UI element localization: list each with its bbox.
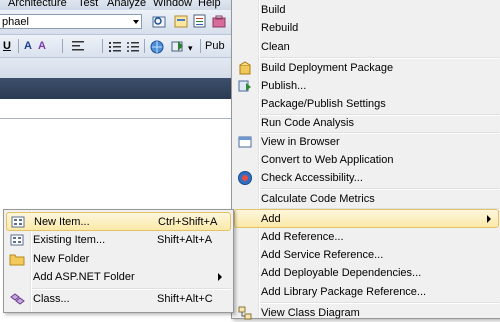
menu-item-label: Convert to Web Application [261,154,394,166]
menu-item-label: Add Service Reference... [261,249,384,261]
submenu-item-new-item[interactable]: New Item... Ctrl+Shift+A [6,212,231,231]
chevron-down-icon[interactable]: ▾ [188,40,193,56]
solution-config-combo[interactable]: phael [0,14,142,29]
class-icon [10,293,25,305]
standard-toolbar: phael [0,10,232,35]
menu-item-label: Existing Item... [33,234,106,246]
menu-item-label: Check Accessibility... [261,172,363,184]
ide-menubar: Architecture Test Analyze Window Help [0,0,232,10]
folder-icon [9,254,25,266]
menu-item-label: Build [261,4,286,16]
existing-item-icon [10,234,24,246]
solution-explorer-icon[interactable] [173,14,189,29]
underline-button[interactable]: U [3,38,11,54]
menu-item-add-deployable-dependencies[interactable]: Add Deployable Dependencies... [234,264,499,282]
menu-test[interactable]: Test [78,0,98,9]
bullet-list-icon[interactable] [125,39,141,54]
menu-item-add-service-reference[interactable]: Add Service Reference... [234,246,499,264]
menu-item-label: Calculate Code Metrics [261,193,375,205]
menu-item-label: Add Library Package Reference... [261,286,427,298]
toolbar-separator [144,39,145,53]
menu-item-shortcut: Ctrl+Shift+A [158,216,218,228]
font-color-icon[interactable]: A [24,38,32,54]
submenu-arrow-icon [487,215,491,223]
menu-help[interactable]: Help [198,0,221,9]
toolbar-separator [200,39,201,53]
hyperlink-icon[interactable] [149,39,165,54]
highlight-color-icon[interactable]: A [38,38,46,54]
menu-item-label: New Folder [33,253,90,265]
toolbar-separator [102,39,103,53]
menu-analyze[interactable]: Analyze [107,0,146,9]
menu-item-rebuild[interactable]: Rebuild [234,19,499,37]
menu-item-package-publish-settings[interactable]: Package/Publish Settings [234,95,499,113]
menu-item-view-class-diagram[interactable]: View Class Diagram [234,304,499,322]
menu-item-label: Run Code Analysis [261,117,354,129]
toolbar-separator [62,39,63,53]
align-icon[interactable] [70,39,86,54]
submenu-item-add-aspnet-folder[interactable]: Add ASP.NET Folder [6,268,231,286]
menu-item-add[interactable]: Add [234,209,499,228]
menu-item-label: Add Reference... [261,231,344,243]
chevron-down-icon[interactable] [133,20,139,24]
menu-item-shortcut: Shift+Alt+C [157,293,213,305]
menu-item-calculate-code-metrics[interactable]: Calculate Code Metrics [234,190,499,208]
toolbar-separator [18,39,19,53]
toolbox-icon[interactable] [211,14,227,29]
submenu-item-new-folder[interactable]: New Folder [6,250,231,268]
accessibility-icon [238,171,252,185]
menu-item-label: Publish... [261,80,307,92]
menu-item-label: New Item... [34,216,90,228]
menu-item-label: Clean [261,41,290,53]
document-tab-strip [0,58,232,78]
formatting-toolbar: U A A ▾ Pub [0,35,232,58]
submenu-item-existing-item[interactable]: Existing Item... Shift+Alt+A [6,231,231,249]
menu-item-check-accessibility[interactable]: Check Accessibility... [234,169,499,187]
menu-item-label: Build Deployment Package [261,62,394,74]
menu-item-run-code-analysis[interactable]: Run Code Analysis [234,114,499,132]
menu-item-publish[interactable]: Publish... [234,77,499,95]
class-diagram-icon [238,306,252,320]
publish-icon [238,80,251,92]
combo-value: phael [2,16,29,28]
numbered-list-icon[interactable] [107,39,123,54]
publish-toolbar-label[interactable]: Pub [205,38,225,54]
document-header-bar [0,78,232,99]
menu-item-label: Add Deployable Dependencies... [261,267,422,279]
menu-window[interactable]: Window [153,0,192,9]
project-context-menu: Build Rebuild Clean Build Deployment Pac… [231,0,500,322]
menu-architecture[interactable]: Architecture [8,0,67,9]
menu-item-shortcut: Shift+Alt+A [157,234,213,246]
find-icon[interactable] [152,14,168,29]
menu-item-convert-to-web-application[interactable]: Convert to Web Application [234,151,499,169]
menu-item-label: Package/Publish Settings [261,98,386,110]
menu-item-label: View Class Diagram [261,307,360,319]
menu-item-label: Rebuild [261,22,299,34]
menu-item-view-in-browser[interactable]: View in Browser [234,133,499,151]
menu-item-label: Add ASP.NET Folder [33,271,135,283]
add-submenu: New Item... Ctrl+Shift+A Existing Item..… [3,209,234,313]
new-item-icon [11,216,25,228]
menu-item-add-reference[interactable]: Add Reference... [234,228,499,246]
menu-item-label: Class... [33,293,70,305]
menu-item-build-deployment-package[interactable]: Build Deployment Package [234,59,499,77]
submenu-item-class[interactable]: Class... Shift+Alt+C [6,290,231,308]
browser-icon [238,136,252,148]
menu-item-add-library-package-reference[interactable]: Add Library Package Reference... [234,283,499,301]
package-icon [239,61,251,75]
submenu-arrow-icon [218,273,222,281]
menu-item-label: Add [261,213,281,225]
menu-item-clean[interactable]: Clean [234,38,499,56]
properties-icon[interactable] [192,14,208,29]
menu-item-build[interactable]: Build [234,1,499,19]
menu-item-label: View in Browser [261,136,340,148]
ruler-line [0,118,232,119]
publish-web-icon[interactable] [170,39,186,54]
